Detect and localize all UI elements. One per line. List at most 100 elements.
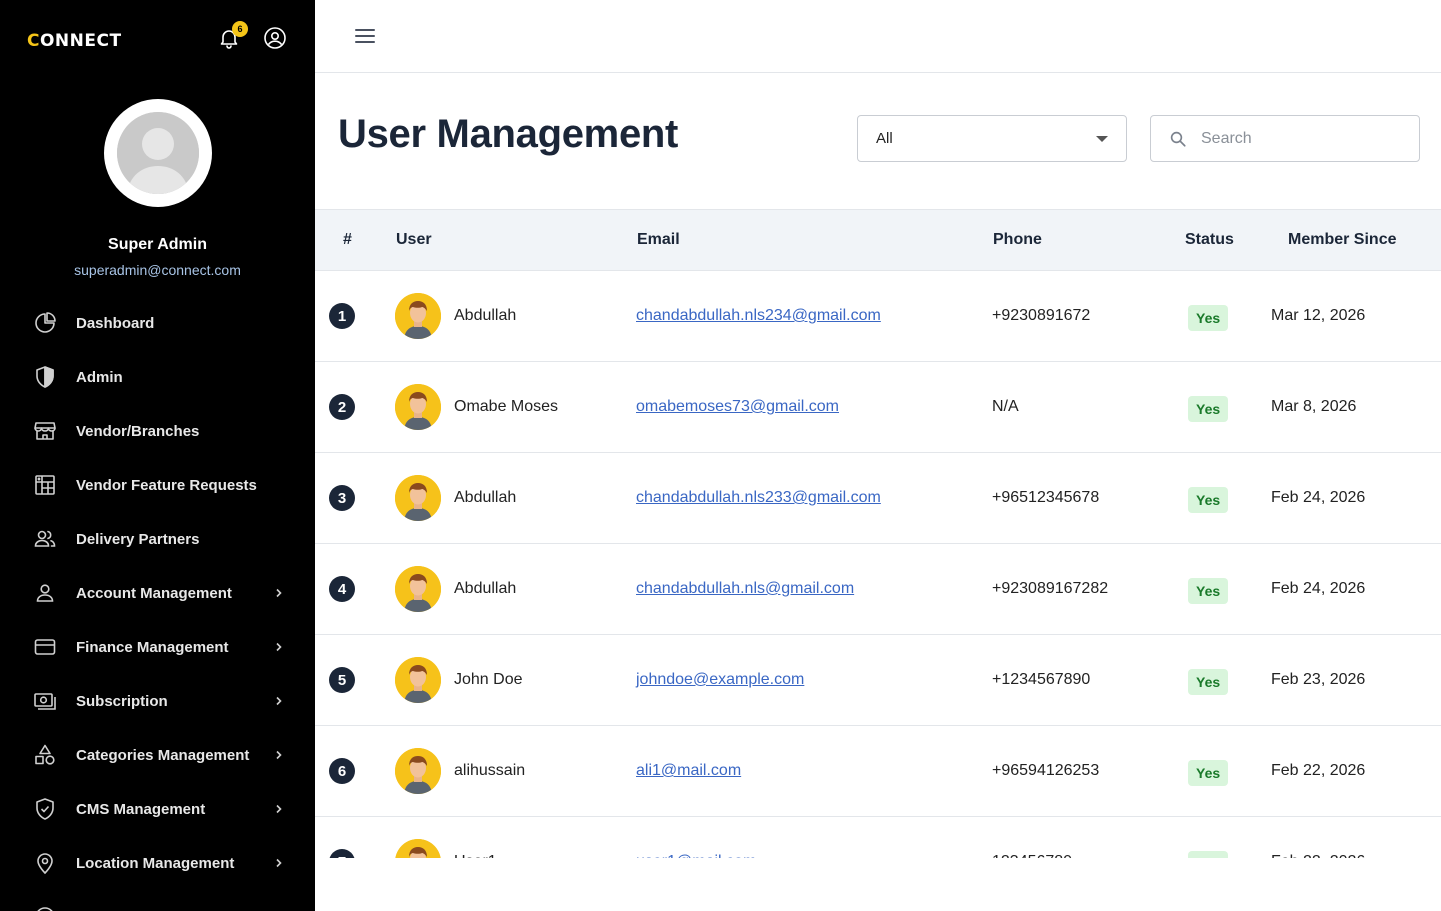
logo-mark: C bbox=[27, 31, 40, 51]
avatar[interactable] bbox=[395, 748, 441, 794]
sidebar-item-label: Categories Management bbox=[76, 746, 250, 764]
shield-check-icon bbox=[33, 797, 57, 821]
chevron-right-icon bbox=[273, 803, 285, 815]
table-row[interactable]: 7 User1 user1@mail.com 123456789 Yes Feb 22, … bbox=[315, 817, 1441, 858]
column-header-member-since[interactable]: Member Since bbox=[1288, 210, 1396, 270]
user-name: John Doe bbox=[454, 671, 523, 688]
user-name: Abdullah bbox=[454, 489, 517, 506]
phone-cell: +923089167282 bbox=[992, 580, 1109, 597]
table-row[interactable]: 5 John Doe johndoe@example.com +1234567890 Y… bbox=[315, 635, 1441, 726]
profile-avatar[interactable] bbox=[104, 99, 212, 207]
sidebar-item-label: Finance Management bbox=[76, 638, 229, 656]
sidebar-item-label: Account Management bbox=[76, 584, 232, 602]
member-since-cell: Feb 22, 2026 bbox=[1271, 817, 1365, 858]
chevron-right-icon bbox=[273, 749, 285, 761]
sidebar-item-delivery-partners[interactable]: Delivery Partners bbox=[0, 512, 315, 566]
table-row[interactable]: 4 Abdullah chandabdullah.nls@gmail.com +923… bbox=[315, 544, 1441, 635]
account-button[interactable] bbox=[262, 24, 288, 52]
email-link[interactable]: chandabdullah.nls@gmail.com bbox=[636, 580, 854, 598]
email-link[interactable]: johndoe@example.com bbox=[636, 671, 804, 689]
email-link[interactable]: chandabdullah.nls234@gmail.com bbox=[636, 307, 881, 325]
sidebar-item-dashboard[interactable]: Dashboard bbox=[0, 296, 315, 350]
credit-card-icon bbox=[33, 635, 57, 659]
sidebar-item-label: Subscription bbox=[76, 692, 168, 710]
sidebar-item-label: Vendor/Branches bbox=[76, 422, 200, 440]
row-number-badge: 4 bbox=[329, 576, 355, 602]
status-cell: Yes bbox=[1188, 635, 1229, 725]
profile-email: superadmin@connect.com bbox=[74, 262, 241, 278]
user-cell: Omabe Moses bbox=[395, 362, 558, 452]
member-since-cell: Mar 8, 2026 bbox=[1271, 398, 1357, 415]
sidebar-item-vendor-branches[interactable]: Vendor/Branches bbox=[0, 404, 315, 458]
column-header-status[interactable]: Status bbox=[1185, 210, 1234, 270]
user-circle-icon bbox=[264, 27, 286, 49]
row-number-badge: 7 bbox=[329, 849, 355, 858]
person-icon bbox=[33, 581, 57, 605]
store-icon bbox=[33, 419, 57, 443]
notification-button[interactable]: 6 bbox=[216, 21, 248, 52]
status-badge: Yes bbox=[1188, 395, 1229, 422]
column-header-number[interactable]: # bbox=[343, 210, 352, 270]
search-icon bbox=[1170, 131, 1186, 147]
sidebar-item-account-management[interactable]: Account Management bbox=[0, 566, 315, 620]
phone-cell: +96512345678 bbox=[992, 489, 1100, 506]
email-link[interactable]: user1@mail.com bbox=[636, 853, 756, 858]
row-number-cell: 1 bbox=[329, 271, 355, 361]
sidebar-item-location-management[interactable]: Location Management bbox=[0, 836, 315, 890]
avatar[interactable] bbox=[395, 384, 441, 430]
profile-name: Super Admin bbox=[108, 236, 207, 253]
chevron-right-icon bbox=[273, 587, 285, 599]
sidebar-item-categories-management[interactable]: Categories Management bbox=[0, 728, 315, 782]
sidebar-item-cms-management[interactable]: CMS Management bbox=[0, 782, 315, 836]
hamburger-icon bbox=[355, 29, 375, 43]
globe-icon bbox=[33, 905, 57, 911]
chevron-right-icon bbox=[273, 641, 285, 653]
avatar[interactable] bbox=[395, 657, 441, 703]
brand-logo[interactable]: C ONNECT bbox=[27, 30, 122, 52]
shield-icon bbox=[33, 365, 57, 389]
status-cell: Yes bbox=[1188, 271, 1229, 361]
column-header-user[interactable]: User bbox=[396, 210, 432, 270]
status-cell: Yes bbox=[1188, 726, 1229, 816]
search-input[interactable] bbox=[1201, 129, 1401, 148]
email-cell: chandabdullah.nls234@gmail.com bbox=[636, 271, 881, 361]
avatar[interactable] bbox=[395, 839, 441, 858]
chevron-right-icon bbox=[273, 857, 285, 869]
email-cell: chandabdullah.nls233@gmail.com bbox=[636, 453, 881, 543]
sidebar-item-label: CMS Management bbox=[76, 800, 206, 818]
sidebar-item-partial[interactable] bbox=[0, 890, 315, 911]
member-since-cell: Mar 12, 2026 bbox=[1271, 307, 1366, 324]
top-bar bbox=[315, 0, 1441, 73]
status-filter-select[interactable]: All bbox=[857, 115, 1127, 162]
chevron-right-icon bbox=[273, 695, 285, 707]
row-number-cell: 3 bbox=[329, 453, 355, 543]
row-number-cell: 6 bbox=[329, 726, 355, 816]
sidebar-item-finance-management[interactable]: Finance Management bbox=[0, 620, 315, 674]
table-row[interactable]: 3 Abdullah chandabdullah.nls233@gmail.com +… bbox=[315, 453, 1441, 544]
email-link[interactable]: ali1@mail.com bbox=[636, 762, 741, 780]
column-header-email[interactable]: Email bbox=[637, 210, 680, 270]
email-cell: omabemoses73@gmail.com bbox=[636, 362, 839, 452]
status-badge: Yes bbox=[1188, 668, 1229, 695]
menu-toggle-button[interactable] bbox=[353, 24, 377, 48]
sidebar: C ONNECT 6 Super Admin superadmin@connec… bbox=[0, 0, 315, 911]
sidebar-item-vendor-feature-requests[interactable]: Vendor Feature Requests bbox=[0, 458, 315, 512]
table-row[interactable]: 1 Abdullah chandabdullah.nls234@gmail.com +… bbox=[315, 271, 1441, 362]
search-box[interactable] bbox=[1150, 115, 1420, 162]
sidebar-item-subscription[interactable]: Subscription bbox=[0, 674, 315, 728]
sidebar-item-label: Delivery Partners bbox=[76, 530, 200, 548]
avatar[interactable] bbox=[395, 475, 441, 521]
email-link[interactable]: omabemoses73@gmail.com bbox=[636, 398, 839, 416]
table-row[interactable]: 6 alihussain ali1@mail.com +96594126253 Yes F… bbox=[315, 726, 1441, 817]
status-cell: Yes bbox=[1188, 362, 1229, 452]
table-row[interactable]: 2 Omabe Moses omabemoses73@gmail.com N/A Yes… bbox=[315, 362, 1441, 453]
email-link[interactable]: chandabdullah.nls233@gmail.com bbox=[636, 489, 881, 507]
row-number-badge: 3 bbox=[329, 485, 355, 511]
column-header-phone[interactable]: Phone bbox=[993, 210, 1042, 270]
sidebar-item-admin[interactable]: Admin bbox=[0, 350, 315, 404]
avatar[interactable] bbox=[395, 566, 441, 612]
avatar[interactable] bbox=[395, 293, 441, 339]
member-since-cell: Feb 22, 2026 bbox=[1271, 762, 1366, 779]
phone-cell: N/A bbox=[992, 398, 1019, 415]
people-icon bbox=[33, 527, 57, 551]
